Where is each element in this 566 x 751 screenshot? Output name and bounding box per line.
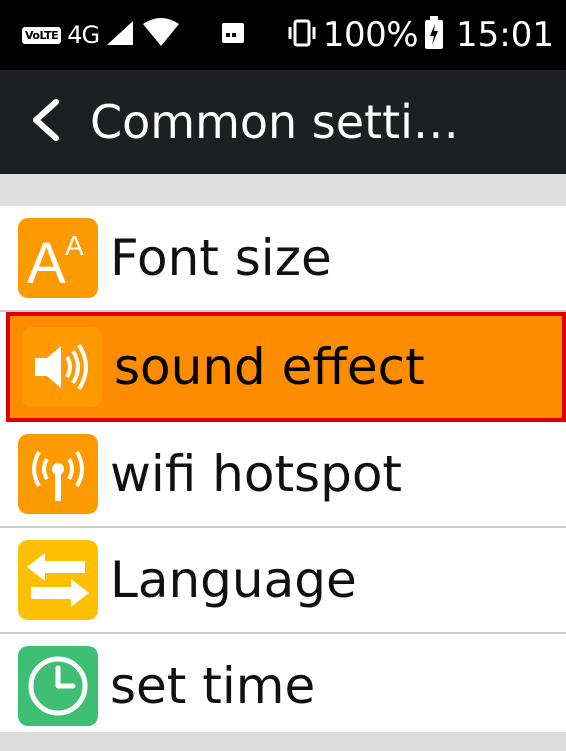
clock-icon xyxy=(18,646,98,726)
status-left: VoLTE 4G xyxy=(22,17,245,53)
menu-item-label: sound effect xyxy=(114,338,425,396)
back-button[interactable] xyxy=(0,70,90,174)
font-size-icon: A A xyxy=(18,218,98,298)
clock: 15:01 xyxy=(456,15,554,55)
volte-badge: VoLTE xyxy=(22,26,62,44)
chevron-left-icon xyxy=(28,98,62,147)
svg-text:A: A xyxy=(27,231,66,293)
hotspot-icon xyxy=(18,434,98,514)
menu-item-font-size[interactable]: A A Font size xyxy=(0,206,566,312)
menu-item-wifi-hotspot[interactable]: wifi hotspot xyxy=(0,422,566,528)
title-bar: Common setti… xyxy=(0,70,566,174)
notification-icon xyxy=(221,22,245,49)
network-type: 4G xyxy=(67,21,100,49)
vibrate-icon xyxy=(287,18,317,53)
battery-percent: 100% xyxy=(322,15,419,55)
settings-menu: A A Font size sound effect wifi hotspot … xyxy=(0,206,566,740)
wifi-icon xyxy=(141,17,181,53)
speaker-icon xyxy=(22,327,102,407)
menu-item-label: Language xyxy=(110,551,357,609)
menu-item-label: Font size xyxy=(110,229,332,287)
battery-icon xyxy=(424,15,444,55)
menu-item-language[interactable]: Language xyxy=(0,528,566,634)
status-bar: VoLTE 4G 100% 15:01 xyxy=(0,0,566,70)
menu-item-sound-effect[interactable]: sound effect xyxy=(6,312,566,422)
bottom-divider xyxy=(0,732,566,751)
page-title: Common setti… xyxy=(90,95,459,149)
svg-text:A: A xyxy=(65,230,84,261)
menu-item-set-time[interactable]: set time xyxy=(0,634,566,740)
top-divider xyxy=(0,174,566,206)
menu-item-label: wifi hotspot xyxy=(110,445,403,503)
signal-icon xyxy=(105,19,135,52)
swap-arrows-icon xyxy=(18,540,98,620)
status-right: 100% 15:01 xyxy=(287,15,554,55)
menu-item-label: set time xyxy=(110,657,316,715)
